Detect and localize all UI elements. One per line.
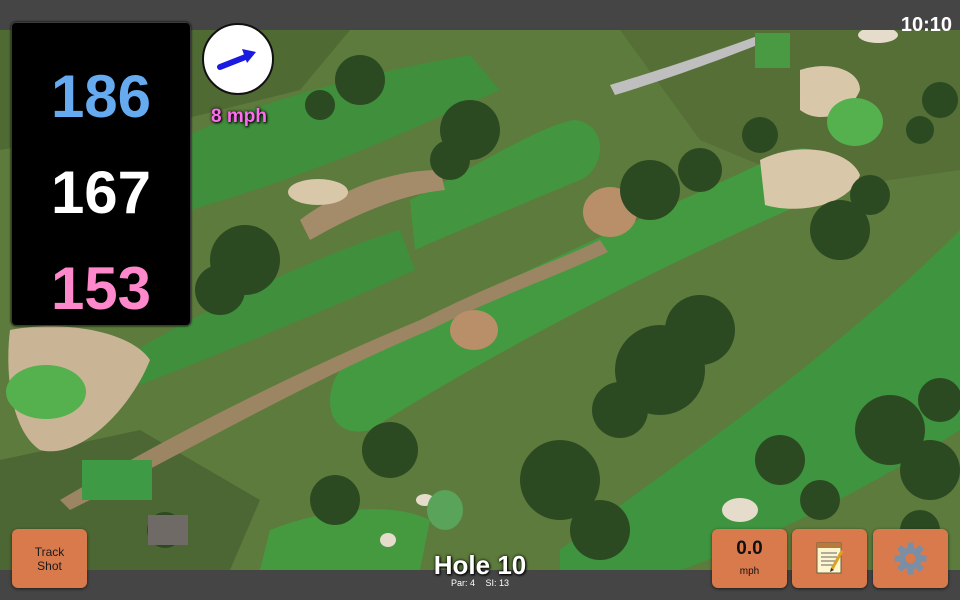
hole-stroke-index: SI: 13 — [485, 578, 510, 588]
notes-button[interactable] — [792, 529, 867, 588]
speed-button[interactable]: 0.0 mph — [712, 529, 787, 588]
middle-distance: 167 — [50, 159, 152, 226]
notepad-icon — [816, 542, 844, 574]
track-shot-label-line1: Track — [34, 545, 65, 559]
track-shot-label-line2: Shot — [37, 559, 62, 573]
settings-button[interactable] — [873, 529, 948, 588]
hole-details: Par: 4 SI: 13 — [380, 578, 580, 588]
front-distance: 153 — [50, 255, 152, 322]
speed-value: 0.0 — [736, 538, 763, 559]
speed-unit: mph — [739, 566, 760, 577]
wind-speed: 8 mph — [211, 106, 267, 127]
arrow-icon — [217, 49, 256, 70]
gear-icon — [894, 542, 927, 575]
track-shot-button[interactable]: Track Shot — [12, 529, 87, 588]
back-distance: 186 — [50, 63, 152, 130]
clock: 10:10 — [900, 14, 952, 36]
distance-panel: 186 167 153 — [11, 22, 191, 326]
wind-direction-compass — [202, 23, 274, 95]
hole-title: Hole 10 — [433, 550, 527, 580]
hole-par: Par: 4 — [450, 578, 475, 588]
